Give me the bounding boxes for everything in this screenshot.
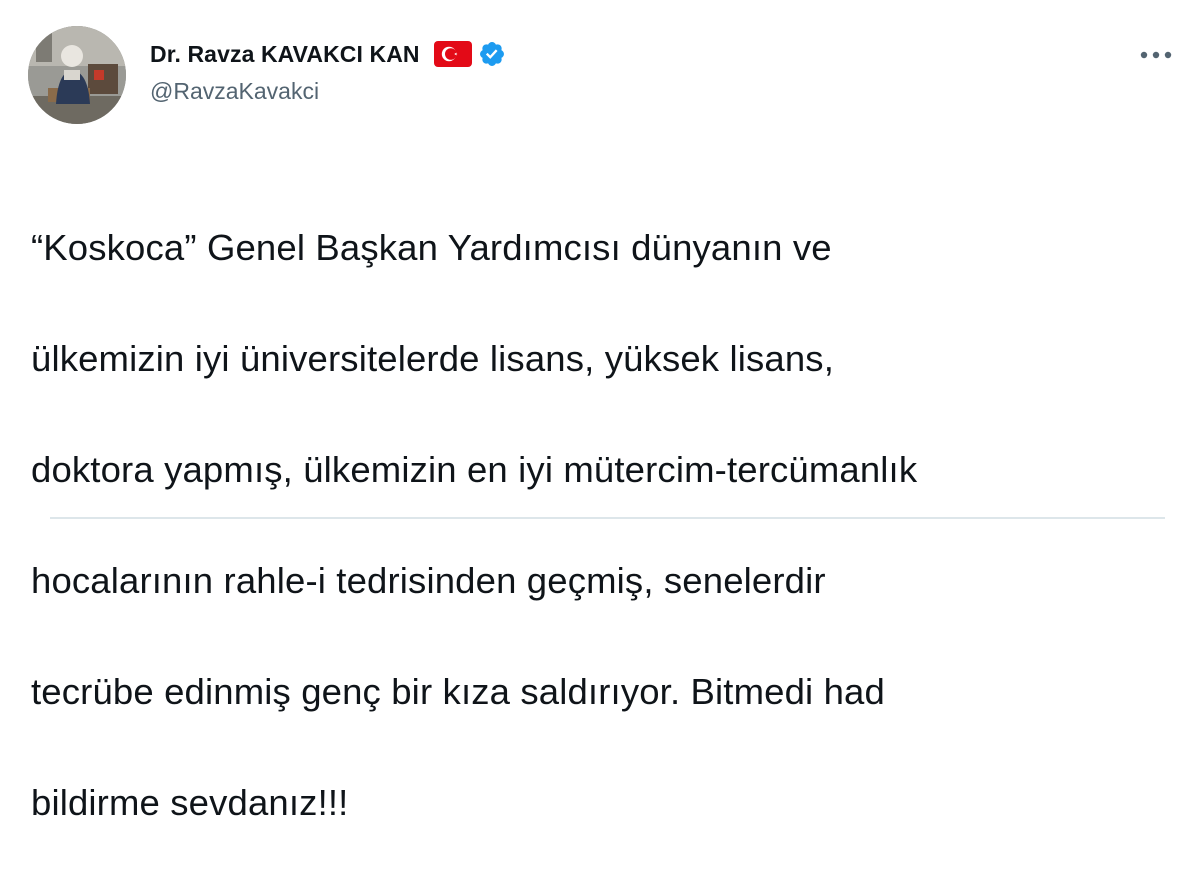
tweet-text-line: ülkemizin iyi üniversitelerde lisans, yü… xyxy=(31,337,834,379)
more-options-icon[interactable] xyxy=(1136,40,1176,70)
tweet-text-line: bildirme sevdanız!!! xyxy=(31,781,349,823)
verified-badge-icon xyxy=(478,40,506,68)
tweet-text-line: doktora yapmış, ülkemizin en iyi müterci… xyxy=(31,448,918,490)
tweet-text: “Koskoca” Genel Başkan Yardımcısı dünyan… xyxy=(31,164,1171,886)
author-handle[interactable]: @RavzaKavakci xyxy=(150,78,319,105)
tweet-text-line: “Koskoca” Genel Başkan Yardımcısı dünyan… xyxy=(31,226,832,268)
turkey-flag-icon xyxy=(433,41,472,67)
avatar[interactable] xyxy=(28,26,126,124)
tweet-text-line: tecrübe edinmiş genç bir kıza saldırıyor… xyxy=(31,670,885,712)
author-name-row: Dr. Ravza KAVAKCI KAN xyxy=(150,37,506,71)
author-display-name[interactable]: Dr. Ravza KAVAKCI KAN xyxy=(150,41,420,68)
tweet-text-line: hocalarının rahle-i tedrisinden geçmiş, … xyxy=(31,559,826,601)
tweet-card: Dr. Ravza KAVAKCI KAN @RavzaKavakci “Kos… xyxy=(0,0,1200,823)
divider xyxy=(50,517,1165,519)
